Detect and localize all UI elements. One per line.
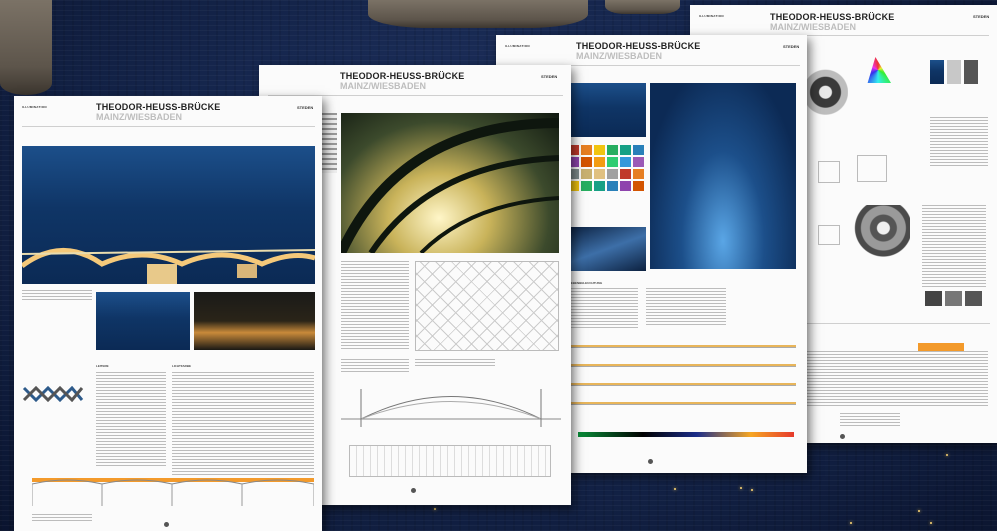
sheet-code: STEDEN (973, 14, 990, 19)
color-swatch (594, 145, 605, 155)
color-swatch (594, 157, 605, 167)
color-swatch (633, 181, 644, 191)
light-reflection (740, 487, 742, 489)
light-reflection (918, 510, 920, 512)
color-swatch (581, 157, 592, 167)
sheet-code: STEDEN (541, 74, 558, 79)
color-swatch (594, 181, 605, 191)
color-swatch (620, 157, 631, 167)
sheet-code: STEDEN (783, 44, 800, 49)
sheet-subtitle: MAINZ/WIESBADEN (576, 51, 662, 61)
color-swatch (594, 169, 605, 179)
arch-lit-photo (650, 83, 796, 269)
color-swatch (633, 157, 644, 167)
arch-truss-overlay (341, 118, 559, 253)
spec-table (800, 351, 988, 407)
color-swatch (620, 169, 631, 179)
city-lights-photo (194, 292, 315, 350)
brand-label: ILLUMINATION (505, 44, 530, 48)
brochure-sheet-1[interactable]: ILLUMINATION THEODOR-HEUSS-BRÜCKE MAINZ/… (14, 96, 322, 531)
sheet-subtitle: MAINZ/WIESBADEN (96, 112, 182, 122)
color-swatch-grid (568, 145, 646, 193)
page-number (648, 459, 653, 464)
bridge-pier (605, 0, 680, 14)
color-swatch (581, 145, 592, 155)
sheet-title: THEODOR-HEUSS-BRÜCKE (770, 12, 895, 22)
page-number (411, 488, 416, 493)
spec-table-highlight (918, 343, 964, 351)
section-heading: LEITERE (96, 364, 109, 368)
floodlight-product-image (840, 205, 910, 277)
bridge-plan-drawing (349, 445, 551, 477)
color-spectrum-diagram (867, 57, 891, 83)
color-swatch (581, 169, 592, 179)
section-heading: SIEBENBELEUCHTUNG (568, 281, 603, 285)
light-reflection (434, 508, 436, 510)
truss-elevation-drawing (415, 261, 559, 351)
sheet-title: THEODOR-HEUSS-BRÜCKE (340, 71, 465, 81)
bridge-night-photo (568, 83, 646, 137)
bridge-pier (0, 0, 52, 95)
light-reflection (674, 488, 676, 490)
color-swatch (607, 169, 618, 179)
light-reflection (751, 489, 753, 491)
light-reflection (946, 454, 948, 456)
sheet-subtitle: MAINZ/WIESBADEN (770, 22, 856, 32)
page-number (164, 522, 169, 527)
color-swatch (620, 145, 631, 155)
color-swatch (633, 169, 644, 179)
color-temperature-scale (578, 432, 794, 437)
sheet-subtitle: MAINZ/WIESBADEN (340, 81, 426, 91)
light-reflection (930, 522, 932, 524)
bridge-elevation-drawing (341, 389, 561, 427)
brand-label: ILLUMINATION (22, 105, 47, 109)
bridge-pier (368, 0, 588, 28)
color-swatch (581, 181, 592, 191)
light-reflection (850, 522, 852, 524)
bridge-detail-photo (96, 292, 190, 350)
sheet-code: STEDEN (297, 105, 314, 110)
color-swatch (620, 181, 631, 191)
bridge-arches-lit (22, 248, 315, 284)
bridge-longitudinal-section (32, 478, 314, 506)
truss-logo-graphic (22, 386, 84, 402)
color-swatch (607, 181, 618, 191)
color-swatch (633, 145, 644, 155)
color-swatch (607, 157, 618, 167)
color-swatch (607, 145, 618, 155)
sheet-title: THEODOR-HEUSS-BRÜCKE (576, 41, 701, 51)
brand-label: ILLUMINATION (699, 14, 724, 18)
page-number (840, 434, 845, 439)
section-heading: LICHTFARBE (172, 364, 191, 368)
sheet-title: THEODOR-HEUSS-BRÜCKE (96, 102, 221, 112)
